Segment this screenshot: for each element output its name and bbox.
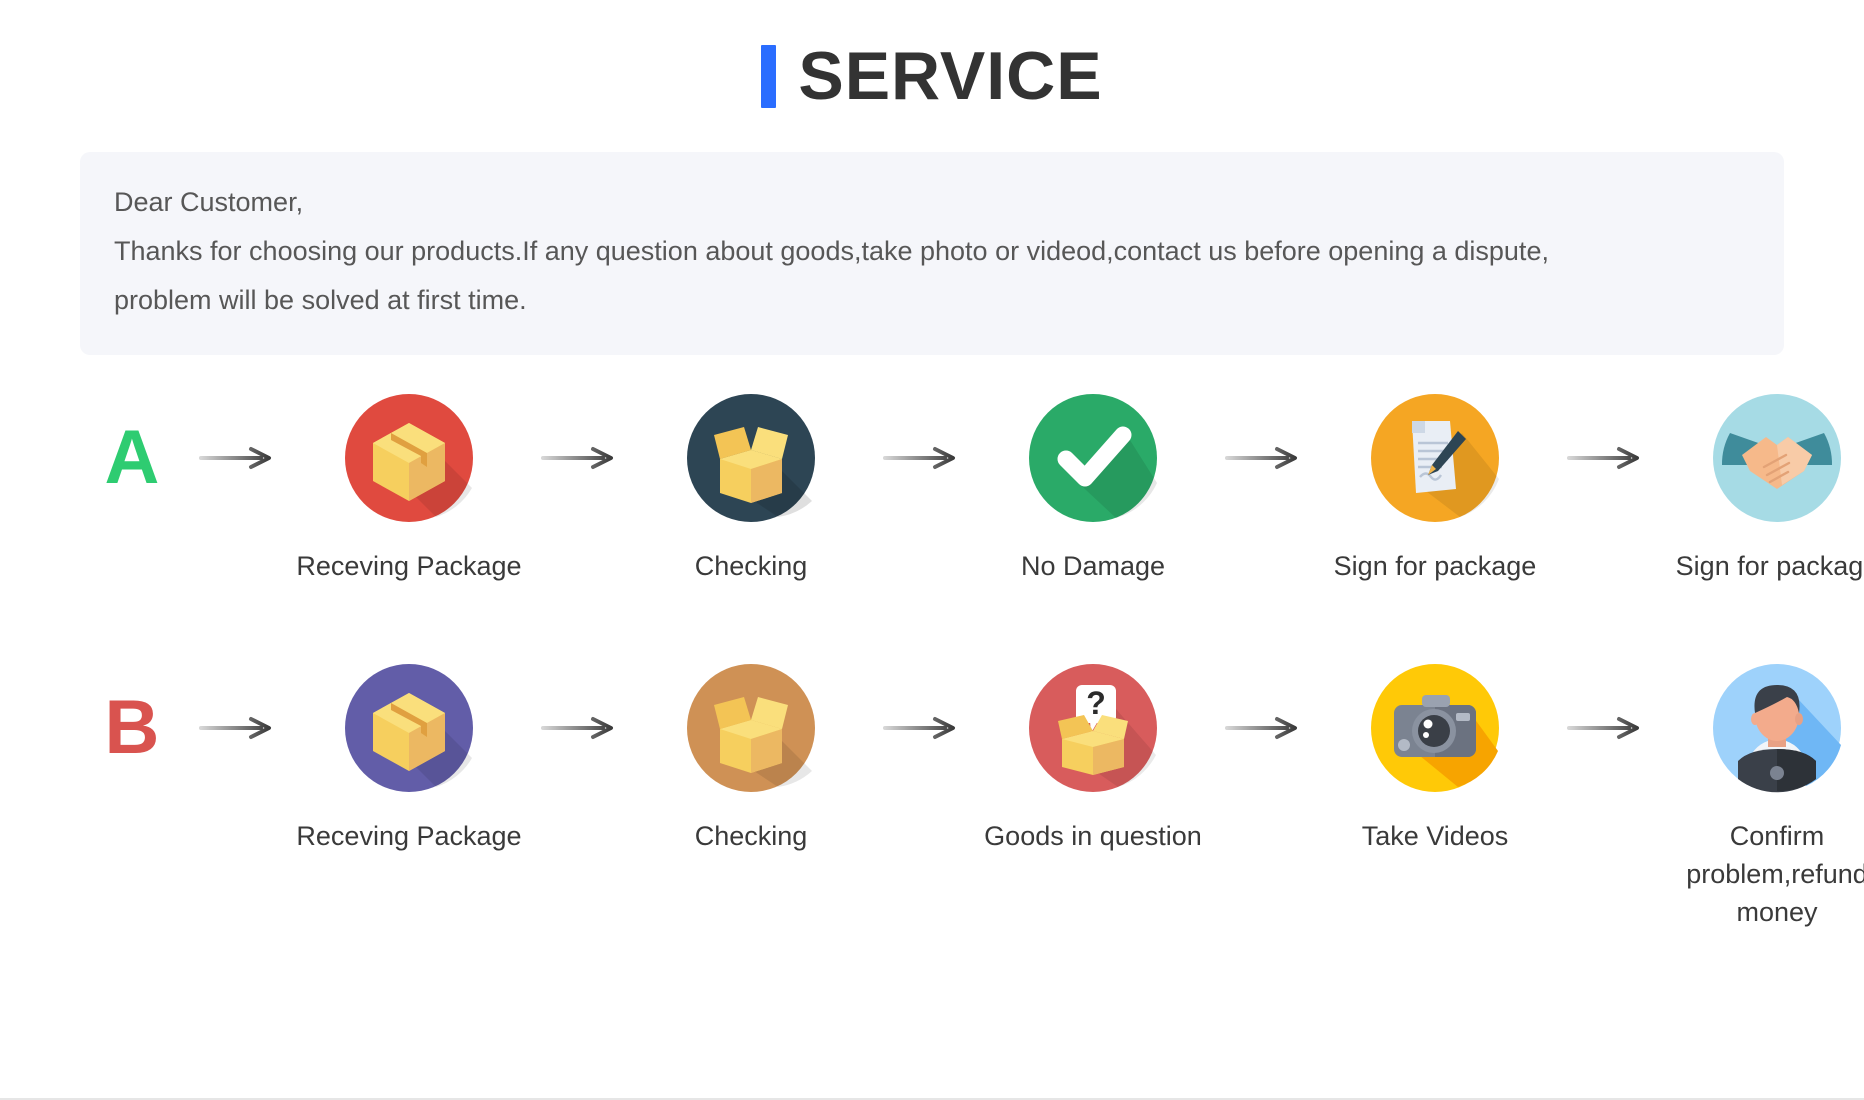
arrow-icon [534,393,626,523]
notice-line-3: problem will be solved at first time. [114,285,527,315]
step-a-2-label: Checking [694,551,808,581]
step-a-3-label: No Damage [1020,551,1166,581]
step-b-1-label: Receving Package [296,821,522,851]
step-b-5: Confirm problem,refund money [1652,663,1864,931]
arrow-right-icon [1567,715,1645,741]
step-b-4-label: Take Videos [1361,821,1509,851]
arrow-right-icon [1567,445,1645,471]
arrow-icon [1560,663,1652,793]
step-b-2-label: Checking [694,821,808,851]
title-accent-bar [761,44,777,108]
arrow-icon [1560,393,1652,523]
arrow-right-icon [541,715,619,741]
step-b-4: Take Videos [1310,663,1560,855]
step-a-4: Sign for package [1310,393,1560,585]
flow-a-letter-text: A [104,415,160,500]
arrow-right-icon [1225,715,1303,741]
step-a-3: No Damage [968,393,1218,585]
document-pen-icon [1370,393,1500,523]
arrow-icon [534,663,626,793]
customer-notice: Dear Customer, Thanks for choosing our p… [80,152,1784,355]
closed-package-icon [344,393,474,523]
step-b-3: ? Goods in question [968,663,1218,855]
arrow-right-icon [883,715,961,741]
support-agent-icon [1712,663,1842,793]
flow-row-b: B Receving Package Checking ? Goods in q… [72,663,1864,931]
handshake-icon [1712,393,1842,523]
service-page: SERVICE Dear Customer, Thanks for choosi… [0,0,1864,1100]
notice-line-1: Dear Customer, [114,187,304,217]
flow-b-letter-text: B [104,685,160,770]
question-box-icon: ? [1028,663,1158,793]
step-a-5: Sign for package [1652,393,1864,585]
step-b-2: Checking [626,663,876,855]
arrow-icon [1218,393,1310,523]
step-a-1: Receving Package [284,393,534,585]
arrow-icon [876,393,968,523]
step-b-1: Receving Package [284,663,534,855]
closed-package-icon [344,663,474,793]
notice-line-2: Thanks for choosing our products.If any … [114,236,1549,266]
arrow-right-icon [541,445,619,471]
open-box-icon [686,663,816,793]
step-a-5-label: Sign for package [1675,551,1864,581]
camera-icon [1370,663,1500,793]
step-a-4-label: Sign for package [1333,551,1537,581]
step-b-5-label: Confirm problem,refund money [1686,821,1864,927]
arrow-icon [192,663,284,793]
step-b-3-label: Goods in question [984,821,1202,851]
flow-a-letter: A [72,393,192,523]
arrow-right-icon [1225,445,1303,471]
checkmark-icon [1028,393,1158,523]
arrow-right-icon [883,445,961,471]
step-a-2: Checking [626,393,876,585]
arrow-right-icon [199,445,277,471]
page-title-text: SERVICE [798,38,1103,114]
arrow-icon [876,663,968,793]
arrow-icon [1218,663,1310,793]
flow-row-a: A Receving Package Checking No Damage Si… [72,393,1864,585]
flow-b-letter: B [72,663,192,793]
step-a-1-label: Receving Package [296,551,522,581]
open-box-icon [686,393,816,523]
page-title: SERVICE [0,0,1864,110]
arrow-icon [192,393,284,523]
arrow-right-icon [199,715,277,741]
